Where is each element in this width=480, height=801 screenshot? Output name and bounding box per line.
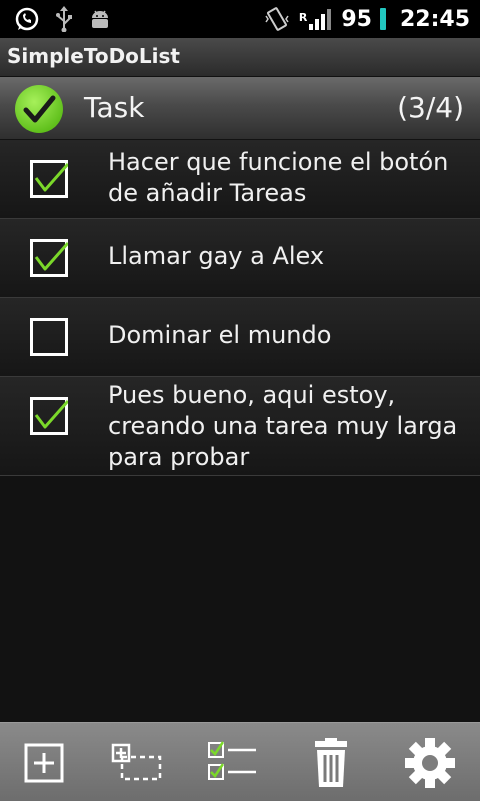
task-row[interactable]: Hacer que funcione el botón de añadir Ta… (0, 140, 480, 219)
checkbox-unchecked-icon[interactable] (30, 318, 68, 356)
checkbox-checked-icon[interactable] (30, 160, 68, 198)
roaming-badge: R (298, 11, 308, 24)
signal-icon (309, 9, 332, 30)
android-debug-icon (92, 10, 108, 28)
app-title: SimpleToDoList (7, 44, 180, 68)
task-list-header[interactable]: Task (3/4) (0, 77, 480, 139)
add-task-icon[interactable] (18, 737, 70, 789)
task-count: (3/4) (397, 91, 464, 124)
task-row[interactable]: Dominar el mundo (0, 298, 480, 377)
task-row[interactable]: Llamar gay a Alex (0, 219, 480, 298)
check-circle-icon (15, 85, 63, 133)
task-text: Dominar el mundo (108, 321, 332, 349)
status-bar: R 95 22:45 (0, 0, 480, 38)
task-list: Hacer que funcione el botón de añadir Ta… (0, 140, 480, 476)
clock: 22:45 (399, 6, 470, 32)
task-text: Hacer que funcione el botón de añadir Ta… (108, 148, 449, 207)
whatsapp-icon (15, 7, 39, 31)
settings-gear-icon[interactable] (404, 737, 456, 789)
task-row[interactable]: Pues bueno, aqui estoy, creando una tare… (0, 377, 480, 476)
battery-percent: 95 (341, 6, 372, 32)
vibrate-icon (265, 7, 289, 31)
task-text: Llamar gay a Alex (108, 242, 325, 270)
trash-icon[interactable] (305, 737, 357, 789)
add-subtask-icon[interactable] (108, 737, 164, 789)
bottom-toolbar (0, 722, 480, 801)
checkbox-checked-icon[interactable] (30, 239, 68, 277)
header-title: Task (84, 91, 145, 124)
battery-icon (379, 8, 386, 30)
app-title-bar: SimpleToDoList (0, 38, 480, 77)
checkbox-checked-icon[interactable] (30, 397, 68, 435)
usb-icon (56, 6, 72, 32)
task-text: Pues bueno, aqui estoy, creando una tare… (108, 381, 458, 471)
check-list-icon[interactable] (206, 737, 258, 789)
